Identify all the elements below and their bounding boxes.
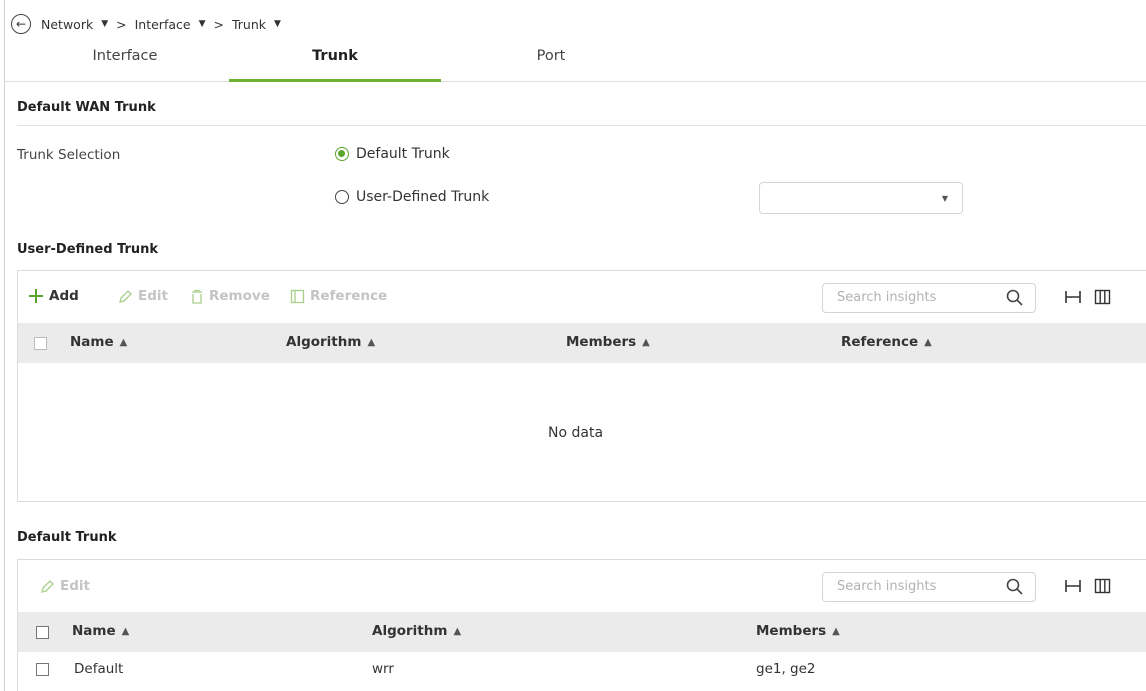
row-checkbox[interactable]: [36, 663, 49, 676]
trash-icon: [190, 289, 204, 304]
remove-label: Remove: [209, 288, 270, 304]
default-wan-trunk-title: Default WAN Trunk: [17, 100, 156, 115]
remove-button[interactable]: Remove: [190, 288, 270, 304]
radio-default-trunk-label: Default Trunk: [356, 146, 450, 162]
column-algorithm-label: Algorithm: [372, 623, 448, 639]
table-row[interactable]: Default wrr ge1, ge2: [18, 652, 1146, 686]
breadcrumb-network[interactable]: Network: [41, 17, 93, 32]
breadcrumb-interface[interactable]: Interface: [135, 17, 191, 32]
sort-icon: ▲︎: [367, 336, 376, 348]
table-header: Name ▲︎ Algorithm ▲︎ Members ▲︎ Reference ▲︎: [18, 323, 1146, 363]
back-icon[interactable]: ←: [11, 14, 31, 34]
column-algorithm[interactable]: Algorithm ▲︎: [372, 623, 461, 639]
divider: [17, 125, 1146, 126]
chevron-down-icon[interactable]: ▼: [274, 19, 281, 29]
breadcrumb-separator: >: [213, 16, 224, 32]
reference-label: Reference: [310, 288, 388, 304]
add-label: Add: [49, 288, 79, 304]
select-all-checkbox[interactable]: [36, 626, 49, 639]
column-width-icon[interactable]: [1064, 578, 1082, 598]
chevron-down-icon[interactable]: ▼: [101, 19, 108, 29]
search-input[interactable]: [837, 579, 987, 594]
pencil-icon: [118, 289, 133, 304]
search-box: [822, 283, 1036, 313]
default-trunk-panel: Edit Name ▲︎ Algorithm ▲︎: [17, 559, 1146, 691]
column-reference[interactable]: Reference ▲︎: [841, 334, 932, 350]
radio-user-defined-trunk[interactable]: User-Defined Trunk: [335, 189, 489, 205]
trunk-page: ← Network ▼ > Interface ▼ > Trunk ▼ Inte…: [4, 0, 1146, 691]
row-algorithm: wrr: [372, 661, 394, 677]
edit-button[interactable]: Edit: [40, 578, 90, 594]
search-icon[interactable]: [1006, 578, 1023, 599]
chevron-down-icon: ▼: [941, 194, 948, 203]
column-members[interactable]: Members ▲︎: [756, 623, 840, 639]
user-defined-trunk-title: User-Defined Trunk: [17, 242, 159, 257]
chevron-down-icon[interactable]: ▼: [199, 19, 206, 29]
edit-label: Edit: [60, 578, 90, 594]
edit-button[interactable]: Edit: [118, 288, 168, 304]
breadcrumb: ← Network ▼ > Interface ▼ > Trunk ▼: [11, 13, 289, 35]
tab-bar: Interface Trunk Port: [5, 40, 1146, 82]
user-defined-trunk-select[interactable]: ▼: [759, 182, 963, 214]
pencil-icon: [40, 579, 55, 594]
radio-user-defined-trunk-label: User-Defined Trunk: [356, 189, 490, 205]
column-name-label: Name: [72, 623, 116, 639]
column-width-icon[interactable]: [1064, 289, 1082, 309]
tab-trunk[interactable]: Trunk: [229, 48, 441, 82]
column-members-label: Members: [566, 334, 637, 350]
column-name-label: Name: [70, 334, 114, 350]
breadcrumb-trunk[interactable]: Trunk: [232, 17, 266, 32]
radio-unselected-icon[interactable]: [335, 190, 349, 204]
column-name[interactable]: Name ▲︎: [70, 334, 127, 350]
sort-icon: ▲︎: [453, 625, 462, 637]
columns-icon[interactable]: [1094, 578, 1111, 598]
tab-port[interactable]: Port: [461, 48, 641, 82]
reference-button[interactable]: Reference: [290, 288, 387, 304]
radio-selected-icon[interactable]: [335, 147, 349, 161]
search-box: [822, 572, 1036, 602]
sort-icon: ▲︎: [832, 625, 840, 637]
breadcrumb-separator: >: [116, 16, 127, 32]
add-button[interactable]: Add: [28, 288, 79, 304]
column-members[interactable]: Members ▲︎: [566, 334, 650, 350]
columns-icon[interactable]: [1094, 289, 1111, 309]
empty-state-text: No data: [548, 425, 604, 441]
table-header: Name ▲︎ Algorithm ▲︎ Members ▲︎: [18, 612, 1146, 652]
row-name: Default: [74, 661, 124, 677]
sort-icon: ▲︎: [924, 336, 932, 348]
radio-default-trunk[interactable]: Default Trunk: [335, 146, 450, 162]
column-members-label: Members: [756, 623, 827, 639]
user-defined-trunk-panel: Add Edit Remove Reference Search insight…: [17, 270, 1146, 502]
sort-icon: ▲︎: [119, 336, 128, 348]
trunk-selection-label: Trunk Selection: [17, 147, 121, 163]
select-all-checkbox[interactable]: [34, 337, 47, 350]
default-trunk-title: Default Trunk: [17, 530, 117, 545]
column-name[interactable]: Name ▲︎: [72, 623, 129, 639]
column-reference-label: Reference: [841, 334, 919, 350]
reference-icon: [290, 289, 305, 304]
tab-interface[interactable]: Interface: [35, 48, 215, 82]
toolbar: Add Edit Remove Reference: [18, 271, 1146, 323]
edit-label: Edit: [138, 288, 168, 304]
toolbar: Edit: [18, 560, 1146, 612]
sort-icon: ▲︎: [121, 625, 130, 637]
search-icon[interactable]: [1006, 289, 1023, 310]
row-members: ge1, ge2: [756, 661, 816, 677]
column-algorithm-label: Algorithm: [286, 334, 362, 350]
sort-icon: ▲︎: [642, 336, 650, 348]
column-algorithm[interactable]: Algorithm ▲︎: [286, 334, 375, 350]
plus-icon: [28, 288, 44, 304]
search-input[interactable]: [837, 290, 987, 305]
